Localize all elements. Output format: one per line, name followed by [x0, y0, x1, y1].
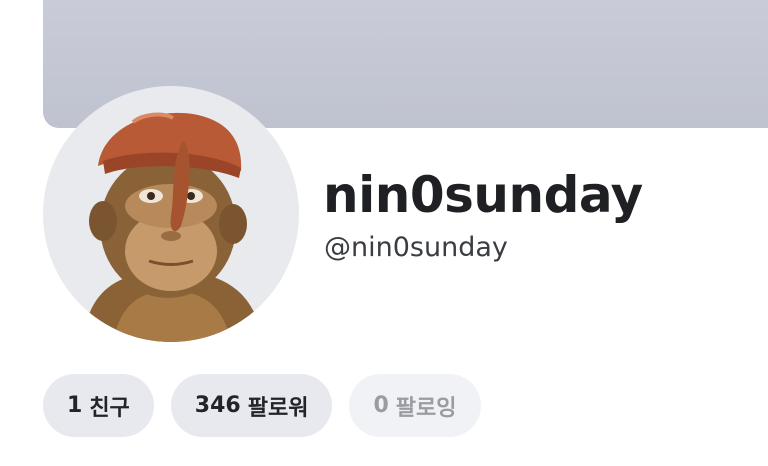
followers-count: 346 — [194, 393, 241, 418]
friends-button[interactable]: 1 친구 — [43, 374, 154, 437]
monkey-avatar-icon — [83, 112, 263, 342]
avatar[interactable] — [43, 86, 299, 342]
username-handle: @nin0sunday — [324, 232, 508, 263]
profile-page: nin0sunday @nin0sunday 1 친구 346 팔로워 0 팔로… — [0, 0, 768, 466]
followers-button[interactable]: 346 팔로워 — [170, 374, 333, 437]
friends-count: 1 — [67, 393, 83, 418]
followers-label: 팔로워 — [247, 395, 309, 421]
following-button[interactable]: 0 팔로잉 — [349, 374, 481, 437]
profile-stats: 1 친구 346 팔로워 0 팔로잉 — [43, 374, 481, 437]
following-count: 0 — [373, 393, 389, 418]
friends-label: 친구 — [89, 395, 130, 421]
display-name: nin0sunday — [323, 166, 643, 224]
following-label: 팔로잉 — [395, 395, 457, 421]
